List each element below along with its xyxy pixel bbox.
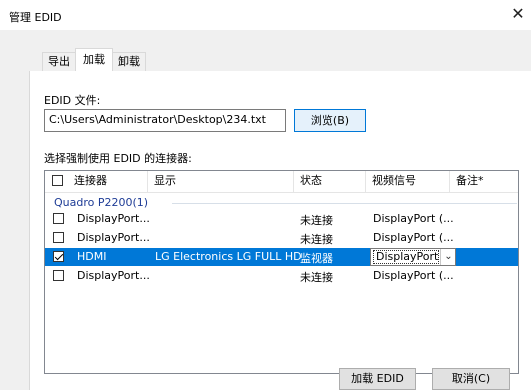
list-item[interactable]: DisplayPort... 未连接 DisplayPort (... bbox=[45, 229, 518, 247]
column-header-signal[interactable]: 视频信号 bbox=[366, 171, 450, 192]
header-divider bbox=[45, 192, 518, 193]
list-item-selected[interactable]: HDMI LG Electronics LG FULL HD 监视器 Displ… bbox=[45, 248, 518, 266]
select-all-checkbox[interactable] bbox=[52, 175, 63, 186]
close-icon[interactable]: ✕ bbox=[509, 5, 527, 23]
browse-button[interactable]: 浏览(B) bbox=[294, 109, 366, 132]
row-status: 未连接 bbox=[300, 271, 333, 284]
column-header-display[interactable]: 显示 bbox=[148, 171, 294, 192]
window-title: 管理 EDID bbox=[9, 11, 62, 24]
column-header-notes[interactable]: 备注* bbox=[450, 171, 518, 192]
list-item[interactable]: DisplayPort... 未连接 DisplayPort (... bbox=[45, 210, 518, 228]
edid-path-input[interactable]: C:\Users\Administrator\Desktop\234.txt bbox=[44, 109, 286, 132]
row-display: LG Electronics LG FULL HD bbox=[155, 250, 302, 263]
row-signal: DisplayPort (... bbox=[373, 231, 454, 244]
tab-export[interactable]: 导出 bbox=[42, 52, 76, 71]
connectors-label: 选择强制使用 EDID 的连接器: bbox=[44, 152, 192, 165]
cancel-button[interactable]: 取消(C) bbox=[432, 368, 510, 390]
edid-file-label: EDID 文件: bbox=[44, 94, 101, 107]
group-divider bbox=[172, 203, 517, 204]
group-title: Quadro P2200(1) bbox=[54, 196, 149, 209]
row-status: 未连接 bbox=[300, 233, 333, 246]
row-connector: HDMI bbox=[77, 250, 107, 263]
row-connector: DisplayPort... bbox=[77, 212, 150, 225]
tab-unload[interactable]: 卸载 bbox=[112, 52, 146, 71]
row-checkbox[interactable] bbox=[53, 251, 64, 262]
column-header-status[interactable]: 状态 bbox=[294, 171, 366, 192]
row-checkbox[interactable] bbox=[53, 232, 64, 243]
signal-dropdown[interactable]: DisplayPort ( ⌄ bbox=[370, 248, 456, 266]
chevron-down-icon[interactable]: ⌄ bbox=[440, 249, 456, 265]
signal-dropdown-value: DisplayPort ( bbox=[373, 250, 439, 264]
row-checkbox[interactable] bbox=[53, 270, 64, 281]
load-edid-button[interactable]: 加载 EDID bbox=[339, 368, 416, 390]
title-bar: 管理 EDID ✕ bbox=[0, 0, 531, 30]
row-signal: DisplayPort (... bbox=[373, 269, 454, 282]
row-connector: DisplayPort... bbox=[77, 231, 150, 244]
row-signal: DisplayPort (... bbox=[373, 212, 454, 225]
row-checkbox[interactable] bbox=[53, 213, 64, 224]
row-status: 监视器 bbox=[300, 252, 333, 265]
list-item[interactable]: DisplayPort... 未连接 DisplayPort (... bbox=[45, 267, 518, 285]
tab-load[interactable]: 加载 bbox=[75, 48, 113, 71]
row-status: 未连接 bbox=[300, 214, 333, 227]
row-connector: DisplayPort... bbox=[77, 269, 150, 282]
